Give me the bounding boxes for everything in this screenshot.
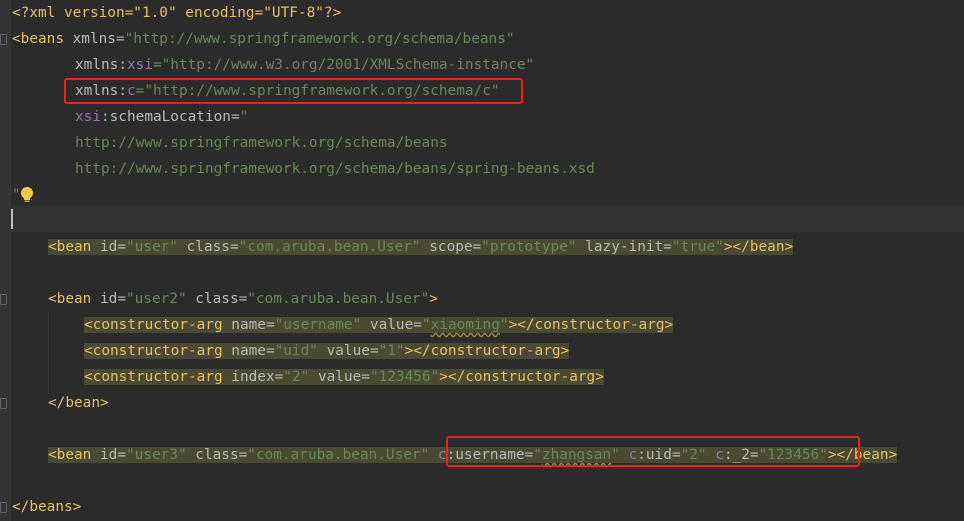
tag-close: </beans> <box>12 499 82 515</box>
code-line-16[interactable]: </bean> <box>0 390 109 416</box>
tag-close: ></constructor-arg> <box>439 369 604 385</box>
code-line-1[interactable]: <?xml version="1.0" encoding="UTF-8"?> <box>0 0 341 26</box>
attr-value: "true" <box>671 239 724 255</box>
code-line-6[interactable]: http://www.springframework.org/schema/be… <box>0 130 448 156</box>
code-line-12[interactable]: <bean id="user2" class="com.aruba.bean.U… <box>0 286 438 312</box>
lightbulb-icon[interactable] <box>19 186 35 204</box>
attr-name: xmlns= <box>63 31 125 47</box>
attr-name: id= <box>91 239 126 255</box>
attr-name: index= <box>222 369 284 385</box>
attr-value: "com.aruba.bean.User" <box>247 291 430 307</box>
attr-value: http://www.springframework.org/schema/be… <box>75 135 448 151</box>
attr-value: "2" <box>283 369 310 385</box>
code-line-8[interactable]: " <box>0 182 21 208</box>
attr-value: "user" <box>125 239 178 255</box>
attr-value: "1" <box>378 343 405 359</box>
xml-declaration: <?xml version="1.0" encoding="UTF-8"?> <box>12 5 342 21</box>
code-line-3[interactable]: xmlns:xsi="http://www.w3.org/2001/XMLSch… <box>0 52 534 78</box>
tag-open: <constructor-arg <box>84 369 223 385</box>
attr-name: scope= <box>420 239 482 255</box>
attr-value: "prototype" <box>481 239 577 255</box>
attr-name: xmlns: <box>75 57 127 73</box>
attr-name: id= <box>91 447 126 463</box>
attr-name: class= <box>186 447 248 463</box>
attr-value: "user3" <box>125 447 187 463</box>
tag-close: ></bean> <box>723 239 794 255</box>
attr-value: " <box>239 109 249 125</box>
attr-value: "http://www.springframework.org/schema/b… <box>124 31 515 47</box>
tag-close: ></constructor-arg> <box>508 317 674 333</box>
code-line-2[interactable]: <beans xmlns="http://www.springframework… <box>0 26 515 52</box>
attr-value: "com.aruba.bean.User" <box>247 447 430 463</box>
code-line-14[interactable]: <constructor-arg name="uid" value="1"></… <box>0 338 570 364</box>
code-line-13[interactable]: <constructor-arg name="username" value="… <box>0 312 674 338</box>
tag-open: <constructor-arg <box>84 343 223 359</box>
namespace-prefix: xsi <box>126 57 153 73</box>
tag-open: <bean <box>48 239 92 255</box>
tag-close: > <box>429 291 438 307</box>
annotation-highlight-box <box>446 436 860 467</box>
code-line-15[interactable]: <constructor-arg index="2" value="123456… <box>0 364 604 390</box>
tag-close: ></constructor-arg> <box>404 343 570 359</box>
attr-value-quote: " <box>499 317 509 333</box>
attr-value: ="http://www.w3.org/2001/XMLSchema-insta… <box>152 57 535 73</box>
attr-name: value= <box>309 369 370 385</box>
attr-value: "username" <box>274 317 362 333</box>
attr-name: lazy-init= <box>576 239 672 255</box>
attr-name: id= <box>91 291 126 307</box>
attr-value: "123456" <box>369 369 440 385</box>
code-line-5[interactable]: xsi:schemaLocation=" <box>0 104 248 130</box>
tag-close: </bean> <box>48 395 109 411</box>
tag-open: <constructor-arg <box>84 317 223 333</box>
attr-value-quote: " <box>421 317 431 333</box>
attr-name: :schemaLocation= <box>101 109 240 125</box>
code-line-10[interactable]: <bean id="user" class="com.aruba.bean.Us… <box>0 234 794 260</box>
attr-name: name= <box>222 343 275 359</box>
attr-name: class= <box>186 291 248 307</box>
current-line-highlight <box>0 206 964 232</box>
attr-name: value= <box>361 317 422 333</box>
attr-value: "uid" <box>274 343 318 359</box>
attr-name: value= <box>317 343 379 359</box>
attr-value: http://www.springframework.org/schema/be… <box>75 161 595 177</box>
attr-value: "user2" <box>125 291 187 307</box>
tag-open: <bean <box>48 291 92 307</box>
attr-value: "com.aruba.bean.User" <box>238 239 421 255</box>
tag-open: <beans <box>12 31 64 47</box>
attr-name: class= <box>177 239 239 255</box>
annotation-highlight-box <box>64 78 523 104</box>
namespace-prefix: xsi <box>75 109 101 125</box>
text-caret <box>11 209 13 229</box>
code-line-20[interactable]: </beans> <box>0 494 81 520</box>
tag-open: <bean <box>48 447 92 463</box>
code-line-7[interactable]: http://www.springframework.org/schema/be… <box>0 156 595 182</box>
attr-name: name= <box>222 317 275 333</box>
attr-value: xiaoming <box>430 317 500 333</box>
